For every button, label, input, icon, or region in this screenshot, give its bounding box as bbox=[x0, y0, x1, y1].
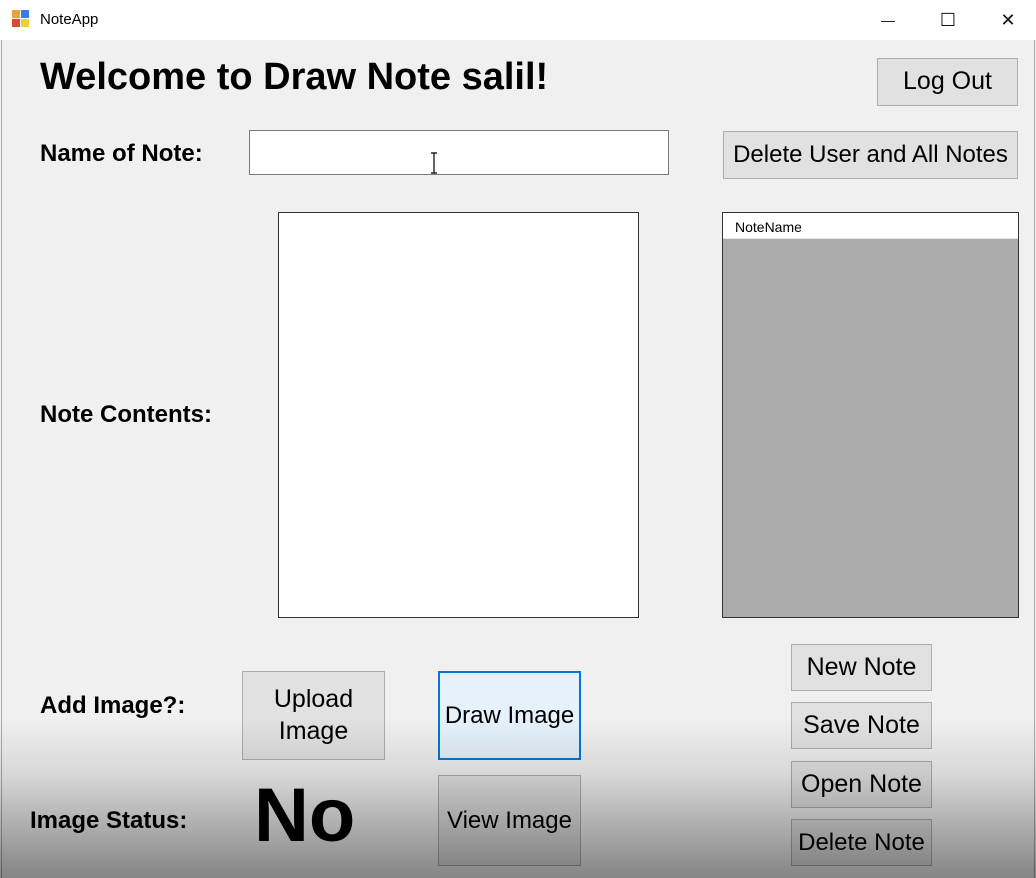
note-contents-label: Note Contents: bbox=[40, 401, 212, 428]
column-header-notename[interactable]: NoteName bbox=[723, 213, 1018, 239]
title-bar[interactable]: NoteApp — ☐ ✕ bbox=[0, 0, 1036, 40]
welcome-heading: Welcome to Draw Note salil! bbox=[40, 56, 549, 98]
upload-image-button[interactable]: Upload Image bbox=[242, 671, 385, 760]
add-image-label: Add Image?: bbox=[40, 692, 186, 719]
close-button[interactable]: ✕ bbox=[978, 0, 1036, 40]
note-name-input[interactable] bbox=[249, 130, 669, 175]
minimize-icon: — bbox=[881, 12, 895, 28]
view-image-button[interactable]: View Image bbox=[438, 775, 581, 866]
notes-listview[interactable]: NoteName bbox=[722, 212, 1019, 618]
save-note-button[interactable]: Save Note bbox=[791, 702, 932, 749]
new-note-button[interactable]: New Note bbox=[791, 644, 932, 691]
delete-user-button[interactable]: Delete User and All Notes bbox=[723, 131, 1018, 179]
text-cursor-icon bbox=[431, 152, 437, 174]
logout-button[interactable]: Log Out bbox=[877, 58, 1018, 106]
maximize-icon: ☐ bbox=[939, 9, 957, 30]
draw-image-button[interactable]: Draw Image bbox=[438, 671, 581, 760]
image-status-label: Image Status: bbox=[30, 807, 188, 834]
image-status-value: No bbox=[254, 773, 356, 858]
delete-note-button[interactable]: Delete Note bbox=[791, 819, 932, 866]
window-title: NoteApp bbox=[40, 11, 99, 28]
app-icon bbox=[12, 10, 30, 28]
minimize-button[interactable]: — bbox=[858, 0, 918, 40]
open-note-button[interactable]: Open Note bbox=[791, 761, 932, 808]
close-icon: ✕ bbox=[1000, 9, 1016, 30]
name-of-note-label: Name of Note: bbox=[40, 140, 203, 167]
maximize-button[interactable]: ☐ bbox=[918, 0, 978, 40]
note-contents-textarea[interactable] bbox=[278, 212, 639, 618]
